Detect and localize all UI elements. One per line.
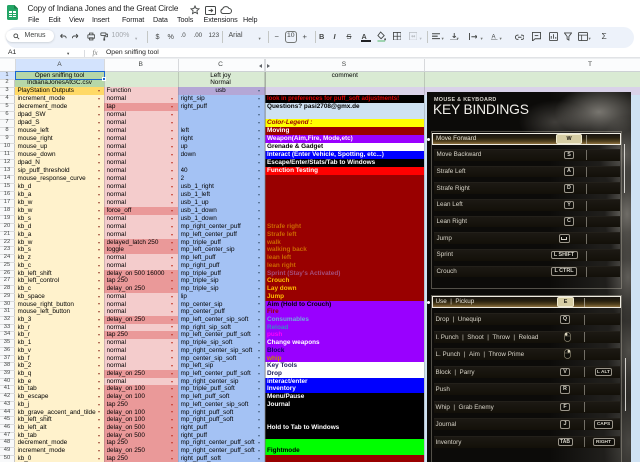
svg-text:A: A [491, 33, 496, 40]
